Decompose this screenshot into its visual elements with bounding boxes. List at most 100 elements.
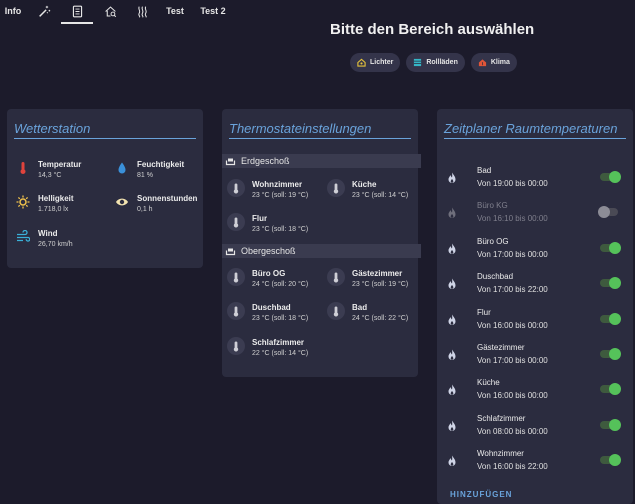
heat-waves-icon (137, 5, 147, 18)
schedule-time: Von 16:10 bis 00:00 (477, 214, 548, 224)
tab-heat[interactable] (129, 0, 155, 22)
home-search-icon (104, 5, 116, 17)
floor-name: Obergeschoß (241, 246, 296, 256)
schedule-toggle[interactable] (600, 383, 621, 396)
weather-item-humidity[interactable]: Feuchtigkeit 81 % (115, 160, 184, 179)
schedule-toggle[interactable] (598, 206, 618, 219)
schedule-toggle[interactable] (600, 348, 621, 360)
schedule-row[interactable]: Schlafzimmer Von 08:00 bis 00:00 (437, 412, 633, 440)
flame-icon (448, 243, 456, 254)
schedule-row[interactable]: Büro KG Von 16:10 bis 00:00 (437, 199, 633, 227)
toggle-knob (598, 206, 610, 219)
thermostat-icon-badge (327, 179, 345, 197)
schedule-row[interactable]: Bad Von 19:00 bis 00:00 (437, 164, 633, 192)
schedule-row[interactable]: Büro OG Von 17:00 bis 00:00 (437, 235, 633, 263)
water-drop-icon (118, 162, 126, 174)
thermostat-buero-og[interactable]: Büro OG 24 °C (soll: 20 °C) (227, 268, 308, 288)
thermostat-gaestezimmer[interactable]: Gästezimmer 23 °C (soll: 19 °C) (327, 268, 408, 288)
schedule-toggle[interactable] (600, 171, 621, 183)
home-light-icon (357, 58, 366, 67)
room-name: Duschbad (252, 303, 291, 312)
schedule-toggle[interactable] (600, 312, 621, 325)
toggle-knob (609, 241, 621, 254)
thermometer-icon (233, 341, 239, 351)
schedule-name: Küche (477, 378, 500, 388)
room-value: 23 °C (soll: 18 °C) (252, 315, 309, 322)
thermostat-wohnzimmer[interactable]: Wohnzimmer 23 °C (soll: 19 °C) (227, 179, 308, 199)
flame-icon (448, 384, 456, 396)
eye-icon (116, 198, 128, 206)
thermostat-schlafzimmer[interactable]: Schlafzimmer 22 °C (soll: 14 °C) (227, 337, 308, 357)
schedule-toggle[interactable] (600, 454, 621, 467)
schedule-toggle[interactable] (600, 418, 621, 431)
room-value: 23 °C (soll: 19 °C) (352, 281, 409, 288)
area-chip-group: Lichter Rollläden Klima (350, 53, 517, 72)
schedule-row[interactable]: Flur Von 16:00 bis 00:00 (437, 306, 633, 334)
weather-item-temperature[interactable]: Temperatur 14,3 °C (16, 160, 81, 179)
flame-icon (448, 314, 456, 325)
floor-header-obergeschoss: Obergeschoß (222, 244, 421, 258)
weather-item-value: 0,1 h (137, 206, 153, 213)
schedule-time: Von 19:00 bis 00:00 (477, 179, 548, 188)
schedule-row[interactable]: Wohnzimmer Von 16:00 bis 22:00 (437, 447, 633, 475)
room-name: Bad (352, 303, 368, 312)
weather-item-name: Sonnenstunden (137, 194, 198, 203)
schedule-toggle[interactable] (600, 241, 621, 254)
add-schedule-button[interactable]: HINZUFÜGEN (450, 490, 512, 499)
weather-item-value: 26,70 km/h (38, 241, 73, 248)
weather-item-value: 1.718,0 lx (38, 206, 69, 213)
room-name: Flur (252, 214, 268, 223)
toggle-knob (609, 383, 621, 396)
chip-lichter[interactable]: Lichter (350, 53, 401, 72)
chip-rolllaeden[interactable]: Rollläden (406, 53, 465, 72)
schedule-toggle[interactable] (600, 277, 621, 290)
room-value: 23 °C (soll: 14 °C) (352, 192, 409, 199)
schedule-time: Von 16:00 bis 00:00 (477, 320, 548, 330)
thermostat-bad[interactable]: Bad 24 °C (soll: 22 °C) (327, 302, 408, 322)
schedule-name: Bad (477, 166, 492, 175)
tab-test[interactable]: Test (160, 0, 190, 22)
sun-icon (16, 195, 30, 209)
room-name: Schlafzimmer (252, 338, 305, 347)
chip-klima[interactable]: Klima (470, 53, 517, 72)
thermostat-duschbad[interactable]: Duschbad 23 °C (soll: 18 °C) (227, 302, 308, 322)
weather-item-name: Wind (38, 229, 58, 238)
thermostat-icon-badge (227, 179, 245, 197)
tab-home-search[interactable] (97, 0, 123, 22)
sofa-icon (225, 248, 236, 255)
thermometer-icon (333, 272, 339, 282)
thermometer-icon (233, 217, 239, 227)
weather-item-brightness[interactable]: Helligkeit 1.718,0 lx (16, 194, 74, 213)
schedule-row[interactable]: Küche Von 16:00 bis 00:00 (437, 376, 633, 404)
weather-item-sunhours[interactable]: Sonnenstunden 0,1 h (115, 194, 197, 213)
climate-icon (478, 59, 486, 67)
toggle-knob (609, 418, 621, 431)
thermometer-icon (233, 272, 239, 282)
room-value: 24 °C (soll: 20 °C) (252, 281, 309, 288)
schedule-row[interactable]: Duschbad Von 17:00 bis 22:00 (437, 270, 633, 298)
schedule-time: Von 17:00 bis 22:00 (477, 285, 548, 295)
schedule-name: Büro OG (477, 236, 509, 246)
schedule-name: Duschbad (477, 272, 514, 282)
room-name: Küche (352, 180, 377, 189)
flame-icon (448, 349, 456, 360)
schedule-name: Wohnzimmer (477, 449, 524, 459)
toggle-knob (609, 312, 621, 325)
floor-name: Erdgeschoß (241, 156, 290, 166)
thermostat-icon-badge (227, 302, 245, 320)
tab-document[interactable] (61, 0, 93, 24)
weather-item-value: 14,3 °C (38, 172, 62, 179)
weather-item-wind[interactable]: Wind 26,70 km/h (16, 229, 73, 248)
weather-item-name: Helligkeit (38, 194, 74, 203)
flame-icon (448, 455, 456, 467)
thermostat-kueche[interactable]: Küche 23 °C (soll: 14 °C) (327, 179, 408, 199)
tab-magic-wand[interactable] (30, 0, 58, 22)
page-title: Bitte den Bereich auswählen (330, 21, 535, 38)
schedule-time: Von 16:00 bis 22:00 (477, 462, 548, 472)
thermostat-flur[interactable]: Flur 23 °C (soll: 18 °C) (227, 213, 308, 233)
schedule-row[interactable]: Gästezimmer Von 17:00 bis 00:00 (437, 341, 633, 369)
thermostat-icon-badge (227, 213, 245, 231)
tab-test-2-label: Test 2 (200, 6, 226, 16)
tab-test-2[interactable]: Test 2 (196, 0, 230, 22)
tab-info[interactable]: Info (0, 0, 26, 22)
